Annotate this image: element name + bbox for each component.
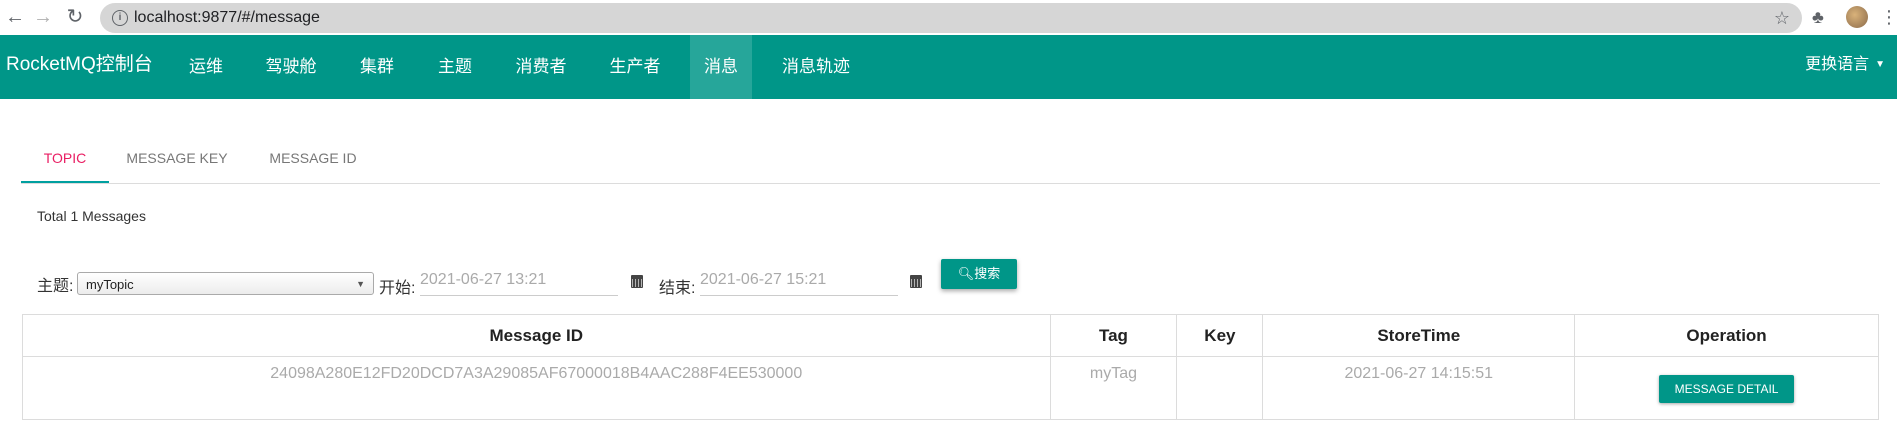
tab-message-id[interactable]: MESSAGE ID <box>245 133 381 183</box>
nav-item-message[interactable]: 消息 <box>690 35 752 99</box>
header-store-time: StoreTime <box>1262 314 1576 357</box>
tab-message-key[interactable]: MESSAGE KEY <box>109 133 245 183</box>
search-mode-tabs: TOPIC MESSAGE KEY MESSAGE ID <box>21 133 1880 184</box>
header-tag: Tag <box>1049 314 1178 357</box>
end-calendar-icon[interactable] <box>910 275 922 288</box>
start-time-input[interactable]: 2021-06-27 13:21 <box>420 268 618 296</box>
brand-title[interactable]: RocketMQ控制台 <box>6 35 153 95</box>
browser-toolbar: ← → ↻ i localhost:9877/#/message ☆ ♣ ⋮ <box>0 0 1897 35</box>
cell-store-time: 2021-06-27 14:15:51 <box>1262 356 1576 420</box>
bookmark-star-icon[interactable]: ☆ <box>1774 3 1790 33</box>
app-navbar: RocketMQ控制台 运维 驾驶舱 集群 主题 消费者 生产者 消息 消息轨迹… <box>0 35 1897 99</box>
nav-item-cluster[interactable]: 集群 <box>352 35 402 99</box>
header-operation: Operation <box>1574 314 1879 357</box>
table-header-row: Message ID Tag Key StoreTime Operation <box>22 314 1879 357</box>
tab-topic[interactable]: TOPIC <box>21 133 109 183</box>
select-arrow-icon: ▼ <box>356 279 365 289</box>
nav-item-ops[interactable]: 运维 <box>178 35 234 99</box>
nav-item-message-trace[interactable]: 消息轨迹 <box>776 35 856 99</box>
nav-item-topic[interactable]: 主题 <box>430 35 480 99</box>
message-table: Message ID Tag Key StoreTime Operation 2… <box>22 314 1879 420</box>
search-button[interactable]: 🔍︎搜索 <box>941 259 1017 289</box>
topic-label: 主题: <box>37 278 74 295</box>
cell-message-id: 24098A280E12FD20DCD7A3A29085AF67000018B4… <box>22 356 1051 420</box>
language-switcher[interactable]: 更换语言 ▼ <box>1805 35 1885 95</box>
caret-down-icon: ▼ <box>1875 59 1885 70</box>
topic-select-value: myTopic <box>86 277 134 292</box>
header-key: Key <box>1176 314 1264 357</box>
nav-item-producer[interactable]: 生产者 <box>602 35 668 99</box>
cell-key <box>1176 356 1264 420</box>
cell-operation: MESSAGE DETAIL <box>1574 356 1879 420</box>
topic-select[interactable]: myTopic ▼ <box>77 272 374 295</box>
nav-item-consumer[interactable]: 消费者 <box>508 35 574 99</box>
back-icon[interactable]: ← <box>2 4 28 30</box>
extensions-icon[interactable]: ♣ <box>1812 4 1824 30</box>
end-time-input[interactable]: 2021-06-27 15:21 <box>700 268 898 296</box>
start-calendar-icon[interactable] <box>631 275 643 288</box>
table-row: 24098A280E12FD20DCD7A3A29085AF67000018B4… <box>22 356 1879 420</box>
search-icon: 🔍︎ <box>957 266 975 281</box>
browser-menu-icon[interactable]: ⋮ <box>1880 4 1897 30</box>
forward-icon[interactable]: → <box>30 4 56 30</box>
url-text[interactable]: localhost:9877/#/message <box>134 3 320 33</box>
language-label: 更换语言 <box>1805 56 1870 73</box>
message-detail-button[interactable]: MESSAGE DETAIL <box>1659 375 1795 403</box>
nav-item-dashboard[interactable]: 驾驶舱 <box>260 35 322 99</box>
cell-tag: myTag <box>1049 356 1178 420</box>
profile-avatar[interactable] <box>1846 6 1868 28</box>
address-bar[interactable]: i localhost:9877/#/message ☆ <box>100 3 1802 33</box>
search-button-label: 搜索 <box>974 266 1001 281</box>
site-info-icon[interactable]: i <box>112 10 128 26</box>
reload-icon[interactable]: ↻ <box>62 4 88 30</box>
header-message-id: Message ID <box>22 314 1051 357</box>
end-label: 结束: <box>659 280 696 297</box>
start-label: 开始: <box>379 280 416 297</box>
total-messages: Total 1 Messages <box>37 208 146 224</box>
